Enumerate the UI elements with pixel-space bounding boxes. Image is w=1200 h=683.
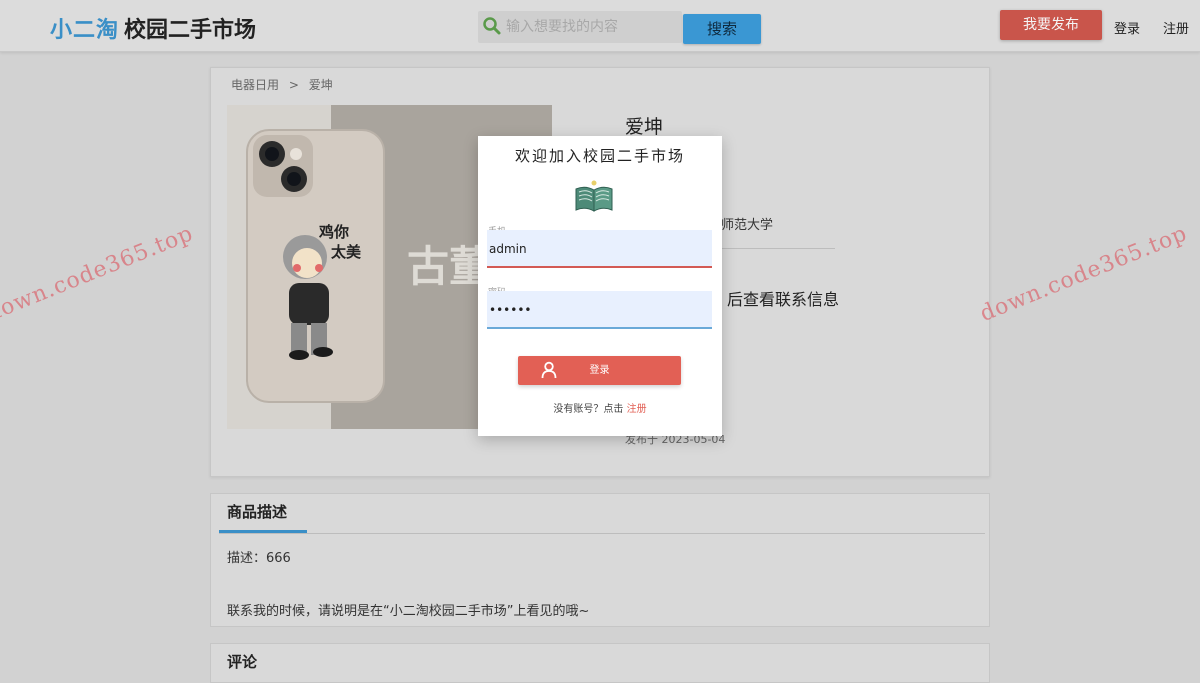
password-underline bbox=[487, 327, 712, 329]
publish-button[interactable]: 我要发布 bbox=[1000, 10, 1102, 40]
search-bar bbox=[478, 11, 682, 43]
tab-description[interactable]: 商品描述 bbox=[227, 501, 287, 522]
sticker-text-line1: 鸡你 bbox=[318, 223, 349, 241]
watermark-right: down.code365.top bbox=[976, 220, 1192, 327]
password-input[interactable] bbox=[487, 301, 707, 319]
modal-title: 欢迎加入校园二手市场 bbox=[514, 147, 685, 165]
open-book-icon bbox=[575, 180, 613, 212]
login-submit-button[interactable]: 登录 bbox=[518, 356, 681, 385]
tab-divider bbox=[219, 533, 985, 534]
login-modal: 欢迎加入校园二手市场 手机 密码 登录 没有账号？点击 注册 bbox=[478, 136, 722, 436]
product-school: 师范大学 bbox=[721, 218, 774, 233]
contact-hint: 后查看联系信息 bbox=[727, 290, 840, 309]
register-prompt-text: 没有账号？点击 bbox=[553, 404, 624, 415]
sticker-text-line2: 太美 bbox=[331, 243, 362, 261]
phone-field-box bbox=[487, 230, 712, 266]
breadcrumb-separator: > bbox=[288, 78, 299, 92]
site-title[interactable]: 校园二手市场 bbox=[124, 12, 256, 44]
search-icon bbox=[483, 17, 501, 35]
product-name: 爱坤 bbox=[625, 116, 664, 138]
search-input[interactable] bbox=[504, 15, 676, 39]
user-icon bbox=[541, 361, 557, 379]
description-card: 商品描述 描述：666 联系我的时候，请说明是在“小二淘校园二手市场”上看见的哦… bbox=[210, 493, 990, 627]
nav-login-link[interactable]: 登录 bbox=[1114, 18, 1140, 37]
breadcrumb-category[interactable]: 电器日用 bbox=[231, 78, 279, 92]
register-prompt: 没有账号？点击 注册 bbox=[478, 400, 722, 415]
comment-title: 评论 bbox=[227, 653, 258, 671]
site-header: 小二淘 校园二手市场 搜索 我要发布 登录 注册 bbox=[0, 0, 1200, 52]
password-field-box bbox=[487, 291, 712, 327]
nav-register-link[interactable]: 注册 bbox=[1163, 18, 1189, 37]
search-button[interactable]: 搜索 bbox=[683, 14, 761, 44]
site-logo[interactable]: 小二淘 bbox=[50, 12, 119, 44]
register-link[interactable]: 注册 bbox=[627, 404, 647, 415]
breadcrumb-current: 爱坤 bbox=[308, 78, 333, 92]
description-text: 描述：666 bbox=[227, 551, 291, 566]
phone-input[interactable] bbox=[487, 240, 707, 258]
contact-note: 联系我的时候，请说明是在“小二淘校园二手市场”上看见的哦~ bbox=[227, 604, 590, 619]
phone-underline bbox=[487, 266, 712, 268]
breadcrumb: 电器日用 > 爱坤 bbox=[231, 76, 339, 93]
watermark-left: down.code365.top bbox=[0, 220, 198, 327]
comment-card: 评论 bbox=[210, 643, 990, 683]
login-button-label: 登录 bbox=[589, 365, 610, 376]
